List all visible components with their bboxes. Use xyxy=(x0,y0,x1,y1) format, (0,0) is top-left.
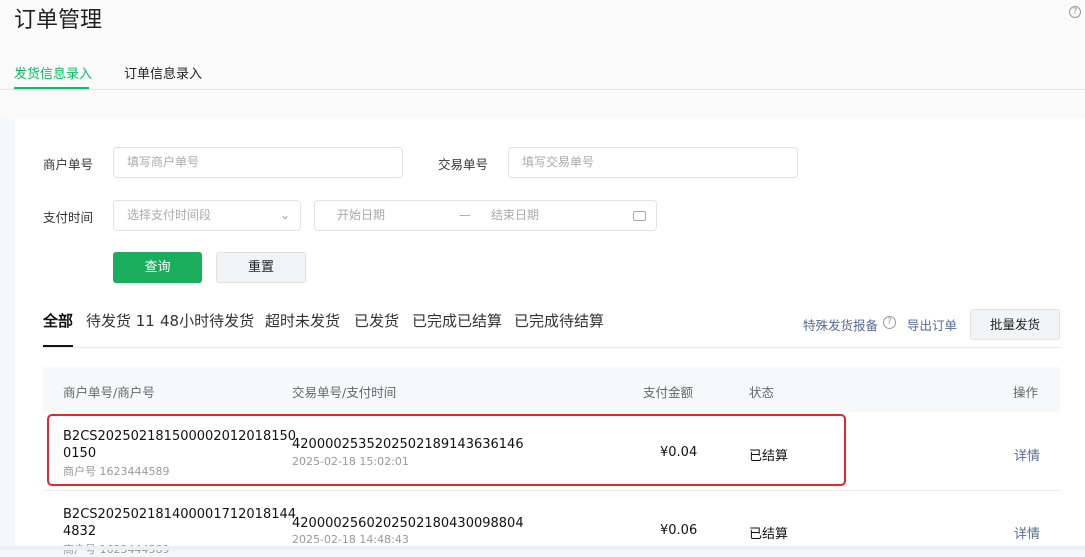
tab-shipping-entry[interactable]: 发货信息录入 xyxy=(14,63,92,82)
export-orders-link[interactable]: 导出订单 xyxy=(907,315,957,334)
help-icon[interactable]: ? xyxy=(883,316,896,329)
col-trade: 交易单号/支付时间 xyxy=(292,385,397,400)
divider xyxy=(43,347,1060,348)
range-separator: — xyxy=(459,208,471,222)
detail-link[interactable]: 详情 xyxy=(1014,445,1040,464)
start-date[interactable]: 开始日期 xyxy=(337,201,385,230)
status-tab-48h[interactable]: 48小时待发货 xyxy=(160,310,254,331)
header-area xyxy=(0,0,1085,118)
tab-order-entry[interactable]: 订单信息录入 xyxy=(124,63,202,82)
pay-time: 2025-02-18 14:48:43 xyxy=(292,533,409,546)
status-tab-settled[interactable]: 已完成已结算 xyxy=(412,310,502,331)
help-icon[interactable]: ? xyxy=(1069,6,1081,18)
trade-no-input[interactable]: 填写交易单号 xyxy=(508,147,798,178)
amount: ¥0.06 xyxy=(660,523,698,538)
calendar-icon xyxy=(633,211,646,221)
merchant-no-label: 商户单号 xyxy=(43,157,94,172)
status-tab-pending[interactable]: 待发货 11 xyxy=(86,310,155,331)
status-tab-all[interactable]: 全部 xyxy=(43,310,73,331)
col-status: 状态 xyxy=(749,385,775,400)
detail-link[interactable]: 详情 xyxy=(1014,523,1040,542)
highlight-box xyxy=(47,414,846,486)
status: 已结算 xyxy=(749,527,789,542)
date-range-input[interactable]: 开始日期 — 结束日期 xyxy=(314,200,657,231)
col-amount: 支付金额 xyxy=(643,385,694,400)
divider xyxy=(0,89,1085,90)
batch-ship-button[interactable]: 批量发货 xyxy=(970,309,1060,340)
reset-button[interactable]: 重置 xyxy=(216,252,306,283)
col-action: 操作 xyxy=(1013,385,1039,400)
query-button[interactable]: 查询 xyxy=(113,252,202,283)
merchant-no-input[interactable]: 填写商户单号 xyxy=(113,147,403,178)
pay-time-label: 支付时间 xyxy=(43,210,94,225)
pay-time-placeholder: 选择支付时间段 xyxy=(127,208,212,222)
order-no: B2CS202502181400001712018144 xyxy=(63,507,297,522)
row-divider xyxy=(43,490,1060,491)
pay-time-select[interactable]: 选择支付时间段 ⌄ xyxy=(113,200,301,231)
order-no-cont: 4832 xyxy=(63,524,97,539)
col-merchant: 商户单号/商户号 xyxy=(63,385,155,400)
page-title: 订单管理 xyxy=(14,8,103,33)
chevron-down-icon: ⌄ xyxy=(279,208,290,222)
end-date[interactable]: 结束日期 xyxy=(491,201,539,230)
trade-no-label: 交易单号 xyxy=(438,157,489,172)
status-tab-shipped[interactable]: 已发货 xyxy=(354,310,399,331)
status-tab-overdue[interactable]: 超时未发货 xyxy=(265,310,340,331)
table-header xyxy=(43,367,1060,412)
bottom-strip xyxy=(0,546,1085,550)
special-report-link[interactable]: 特殊发货报备 xyxy=(803,315,878,334)
trade-no: 4200002560202502180430098804 xyxy=(292,516,524,531)
status-tab-unsettled[interactable]: 已完成待结算 xyxy=(514,310,604,331)
